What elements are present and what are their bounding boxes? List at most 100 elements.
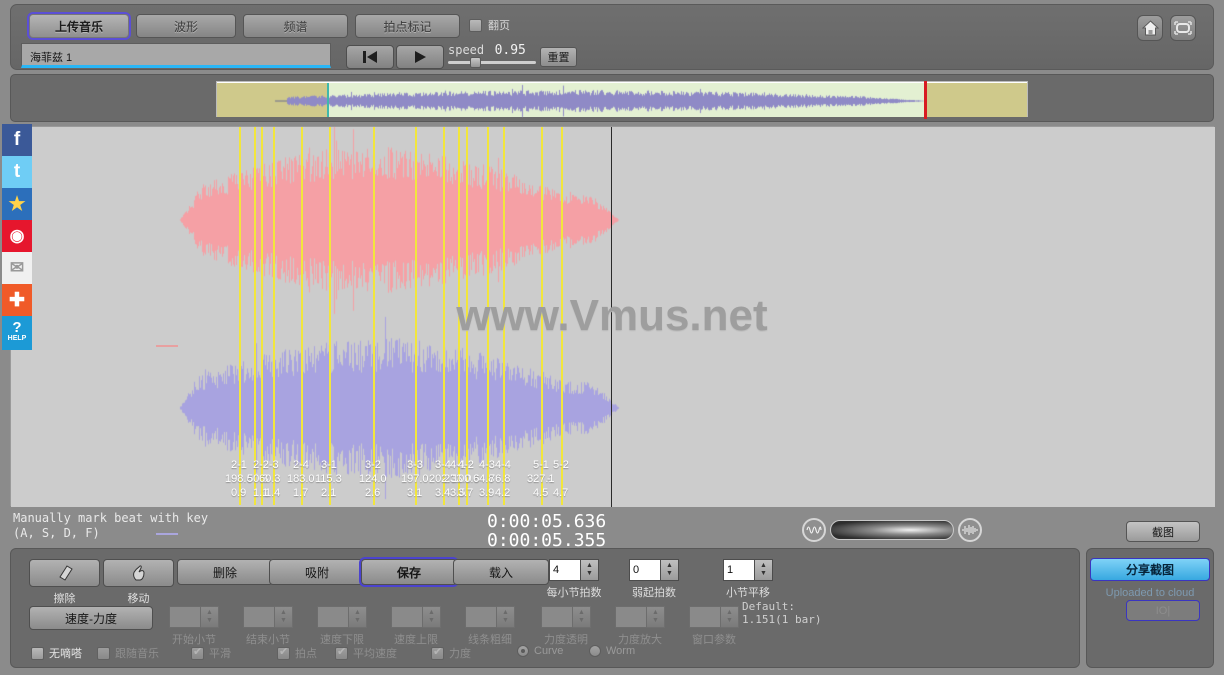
skip-to-start-button[interactable]: [346, 45, 394, 69]
checkbox-box[interactable]: [97, 646, 110, 660]
spinner-value: [541, 606, 573, 628]
social-facebook-icon[interactable]: f: [2, 124, 32, 156]
smooth-wave-button[interactable]: [802, 518, 826, 542]
social-qzone-icon[interactable]: ★: [2, 188, 32, 220]
social-more-icon[interactable]: ✚: [2, 284, 32, 316]
checkbox-box[interactable]: [431, 645, 444, 660]
beat-line[interactable]: [273, 127, 275, 505]
checkbox-拍点[interactable]: 拍点: [277, 645, 317, 661]
radio-button[interactable]: [517, 645, 529, 657]
erase-tool-label: 擦除: [53, 593, 76, 605]
beat-line[interactable]: [561, 127, 563, 505]
spinner-弱起拍数[interactable]: 0 ▲ ▼: [629, 559, 679, 581]
beat-time-label: 2.1: [321, 487, 337, 499]
spinner-小节平移[interactable]: 1 ▲ ▼: [723, 559, 773, 581]
spinner-value[interactable]: 0: [629, 559, 661, 581]
speed-slider-knob[interactable]: [470, 57, 481, 68]
checkbox-无嘀嗒[interactable]: 无嘀嗒: [31, 645, 82, 661]
tab-waveform[interactable]: 波形: [136, 14, 236, 38]
spinner-stepper[interactable]: ▲ ▼: [755, 559, 773, 581]
beat-line[interactable]: [458, 127, 460, 505]
fullscreen-button[interactable]: [1170, 15, 1196, 41]
play-icon: [415, 51, 426, 63]
social-email-icon[interactable]: ✉: [2, 252, 32, 284]
beat-tempo-label: 197.0: [401, 473, 429, 485]
delete-button[interactable]: 删除: [177, 559, 273, 585]
beat-time-label: 0.9: [231, 487, 247, 499]
io-button[interactable]: IO|: [1126, 600, 1200, 621]
beat-line[interactable]: [239, 127, 241, 505]
main-waveform-display[interactable]: www.Vmus.net 2-1 198.6 0.9 2-2-3 50.3 1.1 60.3…: [10, 126, 1215, 535]
beat-bar-label: 4-3: [479, 459, 495, 471]
spinner-速度上限: ▲ ▼: [391, 606, 441, 628]
detailed-wave-button[interactable]: [958, 518, 982, 542]
detailed-wave-icon: [962, 525, 978, 535]
spinner-value[interactable]: 4: [549, 559, 581, 581]
save-button[interactable]: 保存: [361, 559, 457, 585]
load-button[interactable]: 载入: [453, 559, 549, 585]
overview-waveform[interactable]: [216, 81, 1029, 119]
radio-button[interactable]: [589, 645, 601, 657]
overview-start-marker[interactable]: [327, 83, 329, 117]
spinner-value[interactable]: 1: [723, 559, 755, 581]
save-label: 保存: [396, 565, 421, 580]
spinner-stepper[interactable]: ▲ ▼: [661, 559, 679, 581]
share-screenshot-button[interactable]: 分享截图: [1090, 558, 1210, 581]
social-help-icon[interactable]: ? HELP: [2, 316, 32, 350]
smooth-wave-icon: [806, 526, 822, 534]
beat-line[interactable]: [541, 127, 543, 505]
checkbox-box[interactable]: [31, 646, 44, 660]
beat-line[interactable]: [487, 127, 489, 505]
tab-spectrum[interactable]: 频谱: [243, 14, 348, 38]
spinner-力度放大: ▲ ▼: [615, 606, 665, 628]
screenshot-button[interactable]: 截图: [1126, 521, 1200, 542]
beat-line[interactable]: [466, 127, 468, 505]
top-toolbar: 上传音乐 波形 频谱 拍点标记 翻页 海菲兹 1 speed 0.95 重置: [10, 4, 1214, 70]
checkbox-box[interactable]: [277, 645, 290, 660]
overview-end-marker[interactable]: [924, 81, 927, 119]
radio-worm[interactable]: Worm: [589, 645, 635, 657]
beat-tempo-label: 76.8: [489, 473, 511, 485]
spinner-每小节拍数[interactable]: 4 ▲ ▼: [549, 559, 599, 581]
speed-force-button[interactable]: 速度-力度: [29, 606, 153, 630]
page-flip-group[interactable]: 翻页: [469, 17, 510, 33]
beat-line[interactable]: [261, 127, 263, 505]
checkbox-平均速度[interactable]: 平均速度: [335, 645, 397, 661]
tab-beat-marker[interactable]: 拍点标记: [355, 14, 460, 38]
detail-slider-track[interactable]: [830, 520, 954, 540]
tab-upload-music[interactable]: 上传音乐: [29, 14, 129, 38]
erase-tool-button[interactable]: [29, 559, 100, 587]
spinner-stepper[interactable]: ▲ ▼: [581, 559, 599, 581]
reset-button[interactable]: 重置: [540, 47, 577, 67]
snap-button[interactable]: 吸附: [269, 559, 365, 585]
home-button[interactable]: [1137, 15, 1163, 41]
social-twitter-icon[interactable]: t: [2, 156, 32, 188]
checkbox-box[interactable]: [191, 645, 204, 660]
beat-line[interactable]: [443, 127, 445, 505]
checkbox-box[interactable]: [335, 645, 348, 660]
checkbox-力度[interactable]: 力度: [431, 645, 471, 661]
play-button[interactable]: [396, 45, 444, 69]
beat-line[interactable]: [329, 127, 331, 505]
beat-line[interactable]: [503, 127, 505, 505]
social-weibo-icon[interactable]: ◉: [2, 220, 32, 252]
beat-bar-label: 4-2: [458, 459, 474, 471]
move-tool-button[interactable]: [103, 559, 174, 587]
beat-line[interactable]: [415, 127, 417, 505]
speed-force-label: 速度-力度: [65, 611, 117, 626]
radio-curve[interactable]: Curve: [517, 645, 563, 657]
detail-slider[interactable]: [802, 518, 982, 542]
beat-line[interactable]: [373, 127, 375, 505]
spinner-value: [465, 606, 497, 628]
beat-line[interactable]: [254, 127, 256, 505]
checkbox-跟随音乐[interactable]: 跟随音乐: [97, 645, 159, 661]
page-flip-checkbox[interactable]: [469, 18, 482, 32]
checkbox-平滑[interactable]: 平滑: [191, 645, 231, 661]
speed-control[interactable]: speed 0.95: [448, 41, 538, 68]
beat-line[interactable]: [301, 127, 303, 505]
track-name-field[interactable]: 海菲兹 1: [21, 43, 331, 68]
keyboard-hint-line2: (A, S, D, F): [13, 526, 100, 540]
speed-slider-track[interactable]: [448, 61, 536, 64]
checkbox-label: 平均速度: [353, 648, 397, 660]
speed-value: 0.95: [494, 43, 526, 58]
